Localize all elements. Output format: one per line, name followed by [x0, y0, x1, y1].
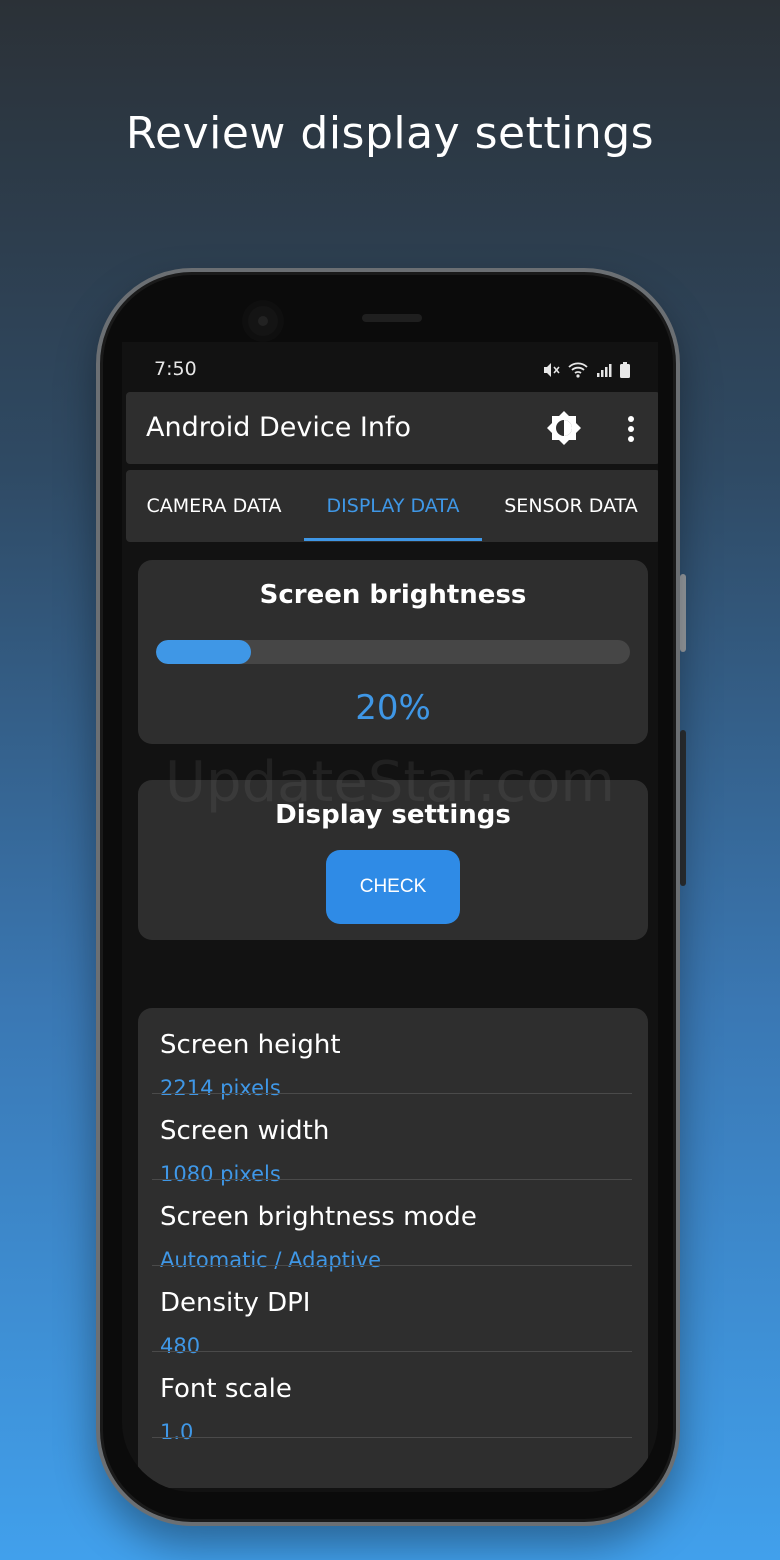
row-divider [152, 1437, 632, 1438]
tab-sensor-data[interactable]: SENSOR DATA [482, 470, 658, 542]
app-bar: Android Device Info [126, 392, 658, 464]
app-title: Android Device Info [146, 412, 411, 443]
tab-camera-data[interactable]: CAMERA DATA [126, 470, 302, 542]
brightness-progress-fill [156, 640, 251, 664]
more-options-icon[interactable] [624, 414, 638, 444]
brightness-title: Screen brightness [259, 580, 527, 610]
phone-frame: 7:50 Android Device Info CAMERA DATA DIS… [96, 268, 680, 1526]
front-camera [248, 306, 278, 336]
brightness-icon[interactable] [546, 410, 582, 446]
display-info-list: Screen height 2214 pixels Screen width 1… [138, 1008, 648, 1488]
check-button[interactable]: CHECK [326, 850, 460, 924]
row-label: Screen brightness mode [160, 1202, 477, 1232]
list-item: Screen height 2214 pixels [138, 1008, 648, 1100]
row-label: Density DPI [160, 1288, 311, 1318]
list-item: Font scale 1.0 [138, 1352, 648, 1444]
earpiece-speaker [362, 314, 422, 322]
row-label: Screen width [160, 1116, 330, 1146]
volume-button [680, 730, 686, 886]
brightness-progress-track [156, 640, 630, 664]
battery-icon [620, 362, 630, 382]
tab-bar: CAMERA DATA DISPLAY DATA SENSOR DATA [126, 470, 658, 542]
brightness-card: Screen brightness 20% [138, 560, 648, 744]
status-time: 7:50 [154, 358, 197, 380]
display-settings-card: Display settings CHECK [138, 780, 648, 940]
power-button [680, 574, 686, 652]
page-headline: Review display settings [125, 108, 655, 159]
row-label: Screen height [160, 1030, 341, 1060]
brightness-percent: 20% [355, 688, 431, 728]
row-label: Font scale [160, 1374, 292, 1404]
wifi-icon [568, 362, 588, 382]
mute-icon [542, 362, 560, 382]
status-bar: 7:50 [122, 356, 658, 386]
list-item: Screen width 1080 pixels [138, 1094, 648, 1186]
active-tab-indicator [304, 538, 482, 541]
display-settings-title: Display settings [275, 800, 511, 830]
status-icons [542, 362, 630, 382]
phone-screen: 7:50 Android Device Info CAMERA DATA DIS… [122, 342, 658, 1492]
list-item: Screen brightness mode Automatic / Adapt… [138, 1180, 648, 1272]
list-item: Density DPI 480 [138, 1266, 648, 1358]
signal-icon [596, 362, 612, 382]
tab-display-data[interactable]: DISPLAY DATA [304, 470, 482, 542]
row-value: 1.0 [160, 1420, 194, 1444]
